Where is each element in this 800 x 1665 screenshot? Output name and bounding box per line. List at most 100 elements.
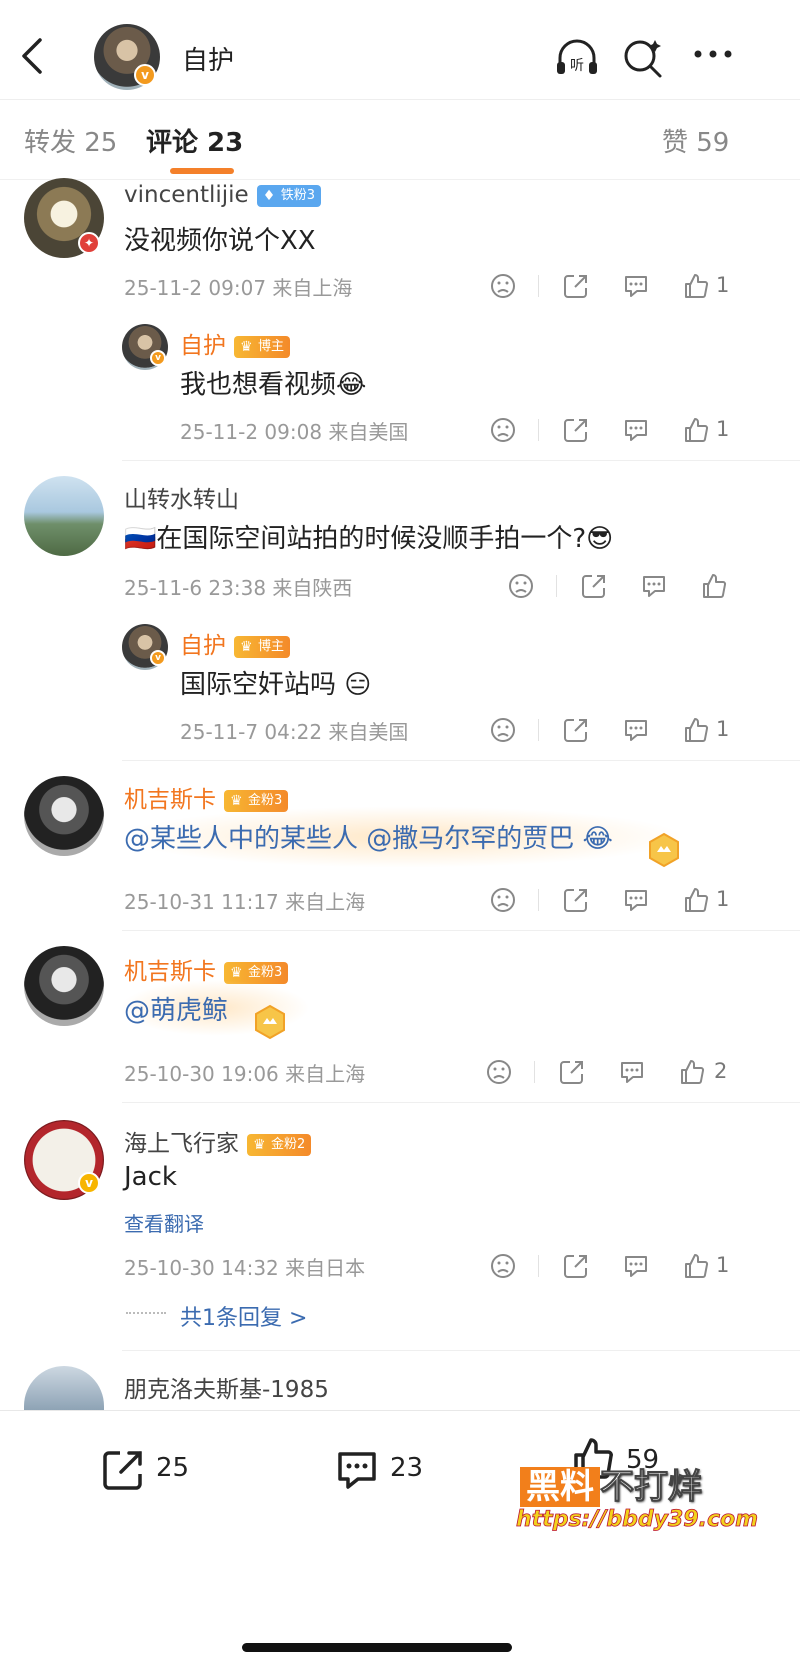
separator [538, 275, 539, 297]
share-icon[interactable] [562, 716, 590, 744]
comment-text: 没视频你说个XX [124, 226, 316, 256]
tab-comments[interactable]: 评论 23 [146, 122, 243, 159]
like-count: 1 [716, 417, 730, 441]
reply-icon[interactable] [622, 886, 650, 914]
reply-text: 我也想看视频😂 [180, 370, 367, 400]
comment-text: 🇷🇺在国际空间站拍的时候没顺手拍一个?😎 [124, 524, 614, 554]
comment-text[interactable]: @某些人中的某些人 @撒马尔罕的贾巴 😂 [124, 818, 613, 855]
verified-badge-icon: v [150, 650, 166, 666]
back-icon[interactable] [18, 36, 48, 76]
like-icon[interactable] [682, 1252, 710, 1280]
avatar[interactable] [24, 476, 104, 556]
divider [122, 1102, 800, 1103]
reply-icon[interactable] [622, 1252, 650, 1280]
comment-text[interactable]: @萌虎鲸 [124, 990, 228, 1027]
divider [122, 760, 800, 761]
top-bar: v 自护 听 [0, 0, 800, 100]
reply-icon[interactable] [622, 272, 650, 300]
svg-text:听: 听 [570, 58, 584, 74]
dislike-icon[interactable] [489, 272, 517, 300]
like-count: 1 [716, 717, 730, 741]
comment-icon[interactable] [334, 1447, 380, 1493]
bottom-action-bar: 25 23 59 黑料 不打烊 https://bbdy39.com [0, 1410, 800, 1665]
dislike-icon[interactable] [485, 1058, 513, 1086]
watermark-url: https://bbdy39.com [516, 1507, 759, 1533]
separator [556, 575, 557, 597]
tab-likes[interactable]: 赞 59 [662, 122, 729, 159]
like-icon[interactable] [700, 572, 728, 600]
verified-badge-icon: v [134, 64, 156, 86]
share-icon[interactable] [562, 416, 590, 444]
like-icon[interactable] [678, 1058, 706, 1086]
reply-icon[interactable] [618, 1058, 646, 1086]
share-icon[interactable] [562, 886, 590, 914]
reply-meta: 25-11-7 04:22 来自美国 [180, 720, 409, 744]
comment-text: Jack [124, 1162, 177, 1192]
share-icon[interactable] [562, 1252, 590, 1280]
separator [538, 419, 539, 441]
translate-link[interactable]: 查看翻译 [124, 1208, 204, 1237]
like-count: 2 [714, 1059, 728, 1083]
share-icon[interactable] [562, 272, 590, 300]
like-icon[interactable] [682, 272, 710, 300]
active-tab-indicator [170, 168, 234, 174]
like-count: 1 [716, 1253, 730, 1277]
home-indicator[interactable] [242, 1643, 512, 1652]
avatar[interactable] [24, 1366, 104, 1410]
like-icon[interactable] [682, 886, 710, 914]
reply-text: 国际空奸站吗 😑 [180, 670, 372, 700]
crown-emblem-icon [649, 832, 679, 868]
crown-emblem-icon [255, 1004, 285, 1040]
repost-icon[interactable] [100, 1447, 146, 1493]
fan-badge: 铁粉3 [256, 184, 321, 207]
share-icon[interactable] [558, 1058, 586, 1086]
dotted-leader [126, 1312, 166, 1314]
verified-badge-icon: v [150, 350, 166, 366]
comment-meta: 25-11-6 23:38 来自陕西 [124, 576, 353, 600]
like-count: 1 [716, 273, 730, 297]
more-icon[interactable] [688, 32, 738, 82]
avatar[interactable] [24, 776, 104, 856]
like-count: 1 [716, 887, 730, 911]
tab-reposts[interactable]: 转发 25 [24, 122, 117, 159]
verified-badge-icon: v [78, 1172, 100, 1194]
divider [122, 460, 800, 461]
dislike-icon[interactable] [507, 572, 535, 600]
dislike-icon[interactable] [489, 1252, 517, 1280]
username[interactable]: 海上飞行家金粉2 [124, 1124, 312, 1158]
reply-icon[interactable] [640, 572, 668, 600]
reply-icon[interactable] [622, 716, 650, 744]
username[interactable]: vincentlijie铁粉3 [124, 182, 321, 208]
watermark-title: 黑料 不打烊 [520, 1459, 703, 1508]
avatar[interactable] [24, 946, 104, 1026]
fan-badge-icon: ✦ [78, 232, 100, 254]
username[interactable]: 山转水转山 [124, 480, 239, 514]
dislike-icon[interactable] [489, 716, 517, 744]
page-title: 自护 [182, 46, 235, 76]
dislike-icon[interactable] [489, 886, 517, 914]
username[interactable]: 朋克洛夫斯基-1985 [124, 1370, 329, 1404]
search-icon[interactable] [618, 32, 668, 82]
reply-meta: 25-11-2 09:08 来自美国 [180, 420, 409, 444]
username[interactable]: 自护博主 [180, 326, 291, 360]
like-icon[interactable] [682, 416, 710, 444]
comment-meta: 25-10-30 19:06 来自上海 [124, 1062, 366, 1086]
fan-badge: 金粉2 [247, 1133, 312, 1156]
listen-icon[interactable]: 听 [552, 32, 602, 82]
username[interactable]: 自护博主 [180, 626, 291, 660]
view-replies-link[interactable]: 共1条回复 > [180, 1300, 307, 1332]
divider [122, 930, 800, 931]
share-icon[interactable] [580, 572, 608, 600]
author-badge: 博主 [234, 335, 291, 358]
reply-icon[interactable] [622, 416, 650, 444]
dislike-icon[interactable] [489, 416, 517, 444]
separator [538, 889, 539, 911]
like-icon[interactable] [682, 716, 710, 744]
author-badge: 博主 [234, 635, 291, 658]
comment-meta: 25-10-31 11:17 来自上海 [124, 890, 366, 914]
repost-count: 25 [156, 1453, 190, 1483]
tab-bar: 转发 25 评论 23 赞 59 [0, 100, 800, 180]
comment-meta: 25-11-2 09:07 来自上海 [124, 276, 353, 300]
separator [534, 1061, 535, 1083]
divider [122, 1350, 800, 1351]
